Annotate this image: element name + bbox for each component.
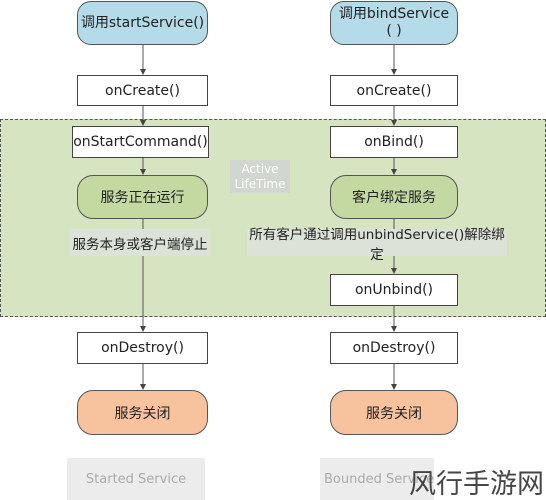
onunbind-node: onUnbind() <box>330 274 458 306</box>
left-ondestroy-node: onDestroy() <box>77 332 208 364</box>
started-service-label: Started Service <box>67 458 205 500</box>
right-oncreate-node: onCreate() <box>330 75 458 106</box>
unbind-note: 所有客户通过调用unbindService()解除绑定 <box>247 227 507 263</box>
stop-note: 服务本身或客户端停止 <box>70 229 210 256</box>
left-oncreate-node: onCreate() <box>77 75 208 106</box>
right-ondestroy-node: onDestroy() <box>330 332 458 364</box>
start-service-node: 调用startService() <box>77 1 208 45</box>
right-service-closed-node: 服务关闭 <box>330 390 458 435</box>
client-bound-node: 客户绑定服务 <box>330 175 458 219</box>
active-lifetime-label: Active LifeTime <box>230 160 290 193</box>
service-lifecycle-diagram: 调用startService() onCreate() onStartComma… <box>0 0 546 500</box>
watermark: 风行手游网 <box>409 468 544 500</box>
service-running-node: 服务正在运行 <box>77 175 208 219</box>
onstartcommand-node: onStartCommand() <box>72 126 209 158</box>
left-service-closed-node: 服务关闭 <box>77 390 208 435</box>
bind-service-node: 调用bindService ( ) <box>330 1 458 45</box>
onbind-node: onBind() <box>330 126 458 158</box>
